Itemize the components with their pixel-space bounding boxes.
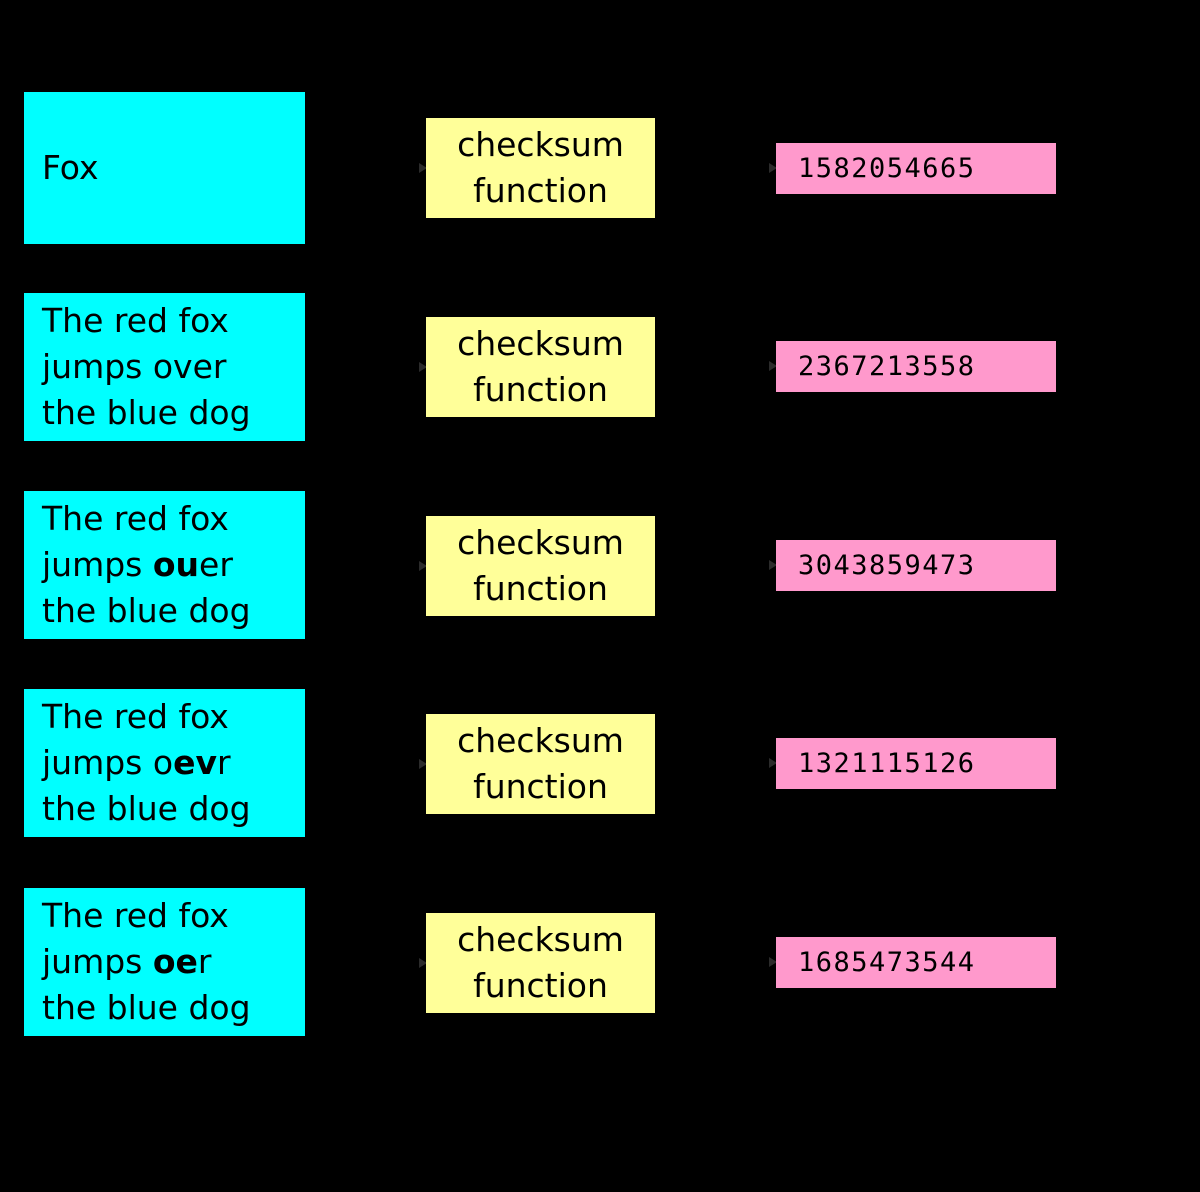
input-text: The red fox (42, 499, 229, 538)
input-altered-text: ev (173, 743, 217, 782)
input-message-box: The red fox jumps ouer the blue dog (24, 491, 305, 639)
input-text: jumps (42, 545, 153, 584)
checksum-function-label-line2: function (473, 569, 608, 608)
checksum-function-box: checksum function (426, 714, 655, 814)
input-text: the blue dog (42, 789, 251, 828)
input-message-line: The red fox (42, 496, 287, 542)
input-message-box: The red fox jumps oer the blue dog (24, 888, 305, 1036)
input-message-line: The red fox (42, 893, 287, 939)
checksum-function-label-line1: checksum (457, 125, 624, 164)
input-message-line: jumps oevr (42, 740, 287, 786)
input-text: jumps o (42, 743, 174, 782)
input-altered-text: oe (152, 942, 198, 981)
checksum-function-label-line1: checksum (457, 920, 624, 959)
input-message-line: jumps over (42, 344, 287, 390)
input-message-line: the blue dog (42, 786, 287, 832)
input-message-box: The red fox jumps oevr the blue dog (24, 689, 305, 837)
checksum-function-diagram: Fox checksum function 1582054665 The red fox… (0, 0, 1200, 1192)
input-text: Fox (42, 148, 99, 187)
checksum-function-label-line1: checksum (457, 324, 624, 363)
input-altered-text: ou (152, 545, 200, 584)
input-message-line: the blue dog (42, 390, 287, 436)
checksum-value: 2367213558 (798, 351, 976, 382)
checksum-value: 3043859473 (798, 550, 976, 581)
input-text: The red fox (42, 697, 229, 736)
checksum-value: 1321115126 (798, 748, 976, 779)
input-text: the blue dog (42, 393, 251, 432)
checksum-function-label-line2: function (473, 370, 608, 409)
checksum-value-box: 1582054665 (776, 143, 1056, 194)
input-message-line: Fox (42, 145, 287, 191)
input-text: The red fox (42, 301, 229, 340)
input-text: er (199, 545, 233, 584)
checksum-function-box: checksum function (426, 913, 655, 1013)
checksum-function-box: checksum function (426, 516, 655, 616)
checksum-function-label-line2: function (473, 171, 608, 210)
checksum-function-label-line2: function (473, 767, 608, 806)
checksum-value-box: 1685473544 (776, 937, 1056, 988)
input-message-line: The red fox (42, 694, 287, 740)
checksum-function-label-line1: checksum (457, 523, 624, 562)
input-text: jumps over (42, 347, 227, 386)
input-text: the blue dog (42, 591, 251, 630)
checksum-function-box: checksum function (426, 317, 655, 417)
input-message-line: jumps oer (42, 939, 287, 985)
checksum-value: 1685473544 (798, 947, 976, 978)
input-message-line: the blue dog (42, 588, 287, 634)
checksum-value-box: 3043859473 (776, 540, 1056, 591)
input-text: r (197, 942, 212, 981)
checksum-value-box: 1321115126 (776, 738, 1056, 789)
checksum-function-box: checksum function (426, 118, 655, 218)
checksum-value-box: 2367213558 (776, 341, 1056, 392)
input-text: r (216, 743, 231, 782)
input-message-line: the blue dog (42, 985, 287, 1031)
checksum-function-label-line2: function (473, 966, 608, 1005)
checksum-function-label-line1: checksum (457, 721, 624, 760)
input-message-box: Fox (24, 92, 305, 244)
input-text: The red fox (42, 896, 229, 935)
input-message-line: The red fox (42, 298, 287, 344)
checksum-value: 1582054665 (798, 153, 976, 184)
input-text: jumps (42, 942, 153, 981)
input-text: the blue dog (42, 988, 251, 1027)
input-message-line: jumps ouer (42, 542, 287, 588)
input-message-box: The red fox jumps over the blue dog (24, 293, 305, 441)
